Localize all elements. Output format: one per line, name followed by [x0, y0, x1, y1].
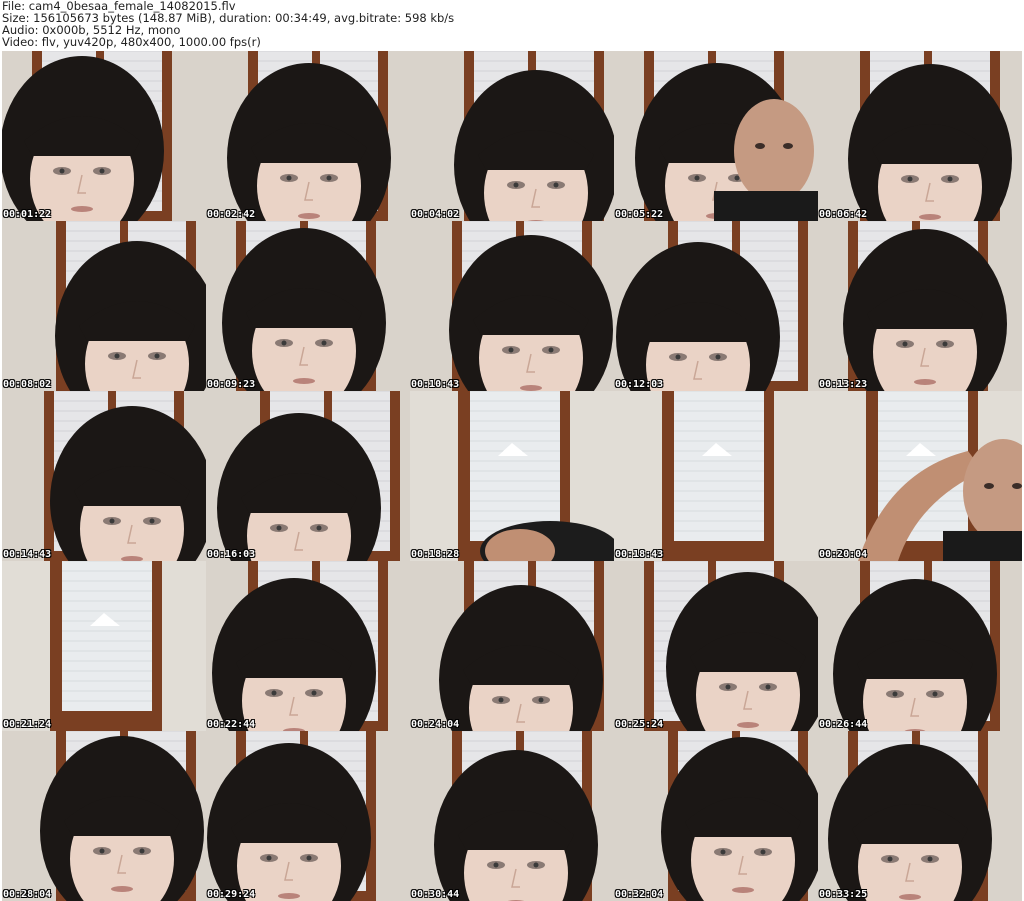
video-thumbnail: 00:12:03: [614, 221, 818, 391]
thumbnail-timestamp: 00:25:24: [615, 719, 664, 730]
thumbnail-timestamp: 00:12:03: [615, 379, 664, 390]
video-thumbnail: 00:24:04: [410, 561, 614, 731]
thumbnail-timestamp: 00:02:42: [207, 209, 256, 220]
video-thumbnail: 00:29:24: [206, 731, 410, 901]
thumbnail-timestamp: 00:04:02: [411, 209, 460, 220]
video-thumbnail: 00:06:42: [818, 51, 1022, 221]
thumbnail-image: [818, 221, 1022, 391]
thumbnail-timestamp: 00:14:43: [3, 549, 52, 560]
thumbnail-image: [206, 561, 410, 731]
video-thumbnail: 00:22:44: [206, 561, 410, 731]
video-thumbnail: 00:02:42: [206, 51, 410, 221]
video-info-line: Video: flv, yuv420p, 480x400, 1000.00 fp…: [2, 35, 261, 49]
thumbnail-timestamp: 00:21:24: [3, 719, 52, 730]
thumbnail-timestamp: 00:16:03: [207, 549, 256, 560]
thumbnail-timestamp: 00:13:23: [819, 379, 868, 390]
thumbnail-timestamp: 00:29:24: [207, 889, 256, 900]
thumbnail-image: [614, 731, 818, 901]
thumbnail-image: [206, 731, 410, 901]
thumbnail-timestamp: 00:33:25: [819, 889, 868, 900]
thumbnail-timestamp: 00:22:44: [207, 719, 256, 730]
thumbnail-image: [2, 51, 206, 221]
video-thumbnail: 00:28:04: [2, 731, 206, 901]
thumbnail-image: [2, 731, 206, 901]
video-thumbnail: 00:09:23: [206, 221, 410, 391]
video-thumbnail: 00:05:22: [614, 51, 818, 221]
thumbnail-image: [2, 391, 206, 561]
video-thumbnail: 00:16:03: [206, 391, 410, 561]
thumbnail-image: [410, 391, 614, 561]
thumbnail-timestamp: 00:09:23: [207, 379, 256, 390]
thumbnail-image: [614, 391, 818, 561]
thumbnail-timestamp: 00:10:43: [411, 379, 460, 390]
thumbnail-image: [2, 221, 206, 391]
thumbnail-timestamp: 00:18:43: [615, 549, 664, 560]
video-thumbnail: 00:25:24: [614, 561, 818, 731]
thumbnail-image: [206, 221, 410, 391]
video-thumbnail: 00:21:24: [2, 561, 206, 731]
video-thumbnail: 00:26:44: [818, 561, 1022, 731]
video-thumbnail: 00:14:43: [2, 391, 206, 561]
thumbnail-timestamp: 00:18:28: [411, 549, 460, 560]
thumbnail-timestamp: 00:01:22: [3, 209, 52, 220]
thumbnail-image: [614, 221, 818, 391]
thumbnail-image: [818, 51, 1022, 221]
video-thumbnail: 00:10:43: [410, 221, 614, 391]
thumbnail-grid: 00:01:22 00:02:42 00:04:02 00:05:22 00:06:42…: [2, 51, 1022, 901]
thumbnail-image: [410, 221, 614, 391]
video-thumbnail: 00:01:22: [2, 51, 206, 221]
video-thumbnail: 00:18:28: [410, 391, 614, 561]
thumbnail-image: [818, 561, 1022, 731]
thumbnail-timestamp: 00:08:02: [3, 379, 52, 390]
video-thumbnail: 00:13:23: [818, 221, 1022, 391]
thumbnail-timestamp: 00:05:22: [615, 209, 664, 220]
video-thumbnail: 00:30:44: [410, 731, 614, 901]
video-thumbnail: 00:18:43: [614, 391, 818, 561]
thumbnail-timestamp: 00:20:04: [819, 549, 868, 560]
thumbnail-image: [2, 561, 206, 731]
thumbnail-timestamp: 00:28:04: [3, 889, 52, 900]
thumbnail-image: [410, 561, 614, 731]
thumbnail-image: [818, 731, 1022, 901]
thumbnail-image: [410, 731, 614, 901]
video-thumbnail: 00:04:02: [410, 51, 614, 221]
thumbnail-image: [206, 51, 410, 221]
video-thumbnail: 00:20:04: [818, 391, 1022, 561]
video-thumbnail: 00:32:04: [614, 731, 818, 901]
thumbnail-image: [614, 51, 818, 221]
video-thumbnail: 00:33:25: [818, 731, 1022, 901]
thumbnail-image: [410, 51, 614, 221]
thumbnail-image: [206, 391, 410, 561]
file-info-header: File: cam4_0besaa_female_14082015.flv Si…: [2, 0, 1022, 50]
thumbnail-image: [614, 561, 818, 731]
thumbnail-timestamp: 00:32:04: [615, 889, 664, 900]
thumbnail-timestamp: 00:24:04: [411, 719, 460, 730]
thumbnail-timestamp: 00:30:44: [411, 889, 460, 900]
video-thumbnail: 00:08:02: [2, 221, 206, 391]
thumbnail-timestamp: 00:26:44: [819, 719, 868, 730]
thumbnail-image: [818, 391, 1022, 561]
thumbnail-timestamp: 00:06:42: [819, 209, 868, 220]
